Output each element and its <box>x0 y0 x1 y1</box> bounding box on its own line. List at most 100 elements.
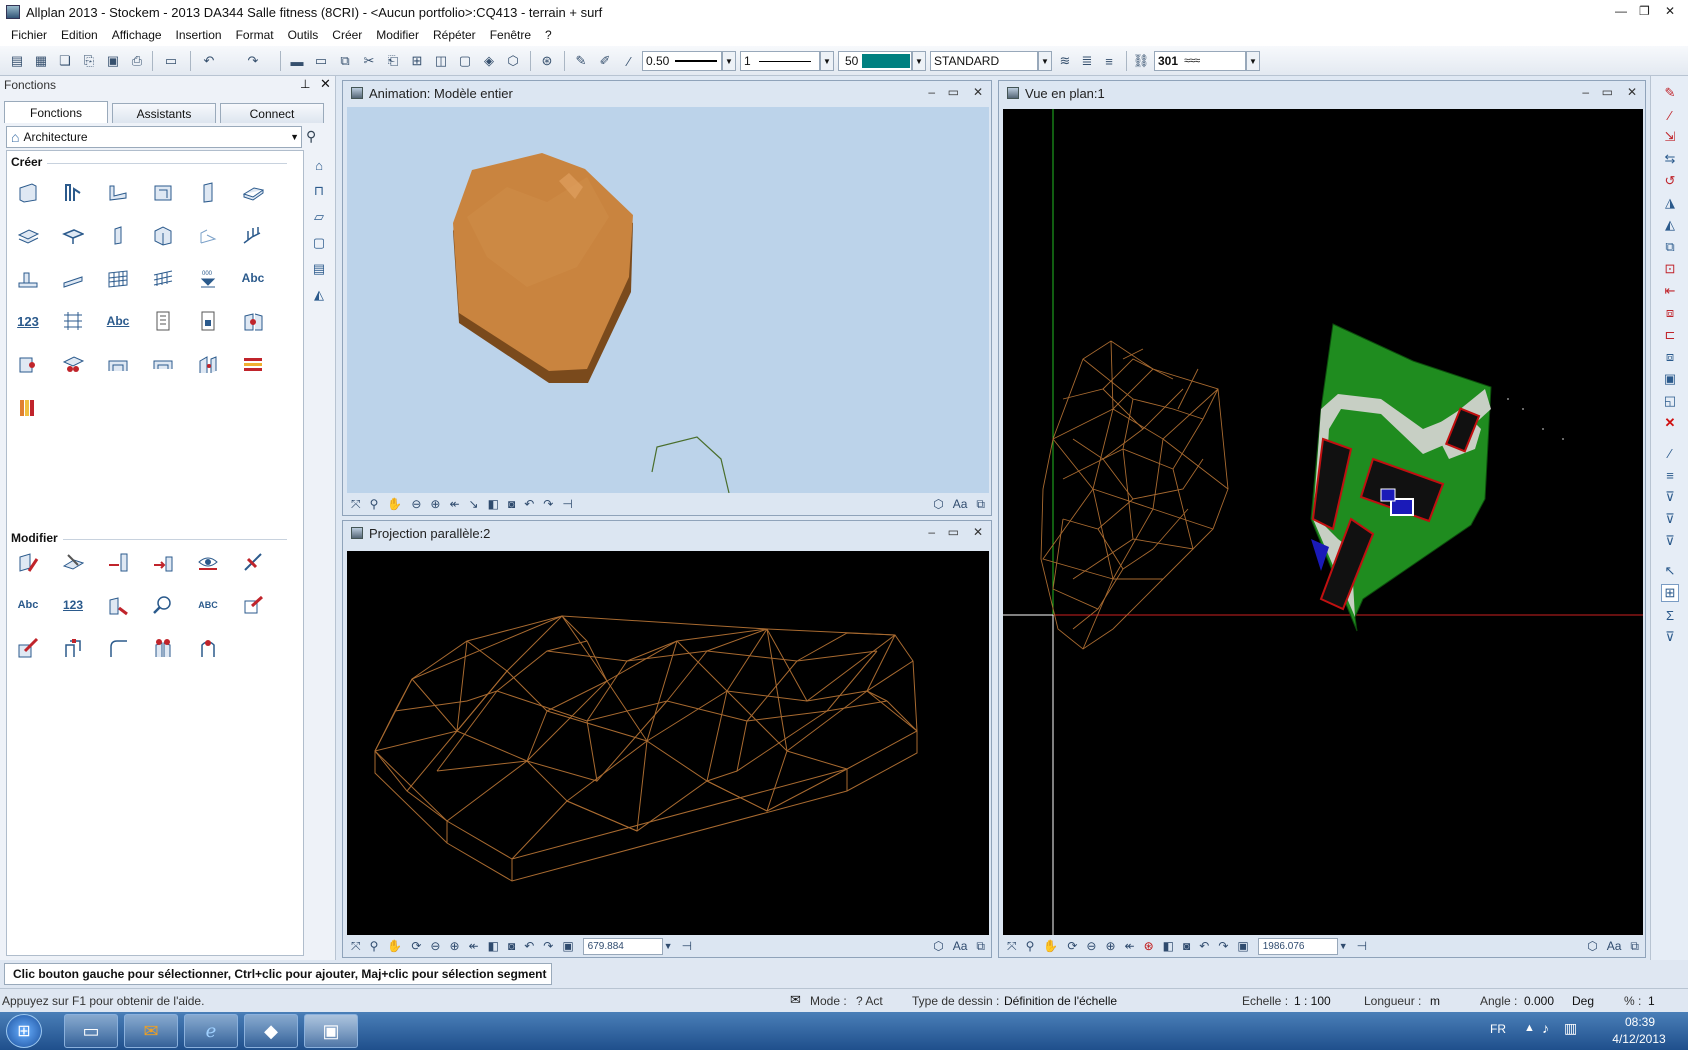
print-preview-icon[interactable]: ▭ <box>162 52 180 70</box>
print-icon[interactable]: ⎙ <box>128 52 146 70</box>
wall-icon[interactable] <box>15 179 41 205</box>
railing-icon[interactable] <box>240 222 266 248</box>
distort-icon[interactable]: ⧉ <box>1661 238 1679 256</box>
text-size-icon[interactable]: Aa <box>953 497 968 511</box>
show-hidden-icons-icon[interactable]: ▲ <box>1524 1022 1535 1034</box>
macro-icon[interactable] <box>15 351 41 377</box>
layers-icon[interactable]: ⊞ <box>408 52 426 70</box>
pan-icon[interactable]: ✋ <box>1043 939 1058 953</box>
zoom-window-icon[interactable]: ⚲ <box>1026 939 1035 953</box>
palette-close-icon[interactable]: ✕ <box>320 76 331 92</box>
filter-format-icon[interactable]: ⊽ <box>1661 488 1679 506</box>
network-icon[interactable]: ▥ <box>1564 1020 1577 1037</box>
modify-slab-icon[interactable] <box>60 549 86 575</box>
section-icon[interactable]: ◧ <box>488 939 499 953</box>
module-chevron-down-icon[interactable]: ▼ <box>290 132 299 142</box>
convert-icon[interactable] <box>15 635 41 661</box>
viewport-minimize-icon[interactable]: – <box>928 525 935 539</box>
cut-icon[interactable]: ✂ <box>360 52 378 70</box>
mirror-copy-icon[interactable]: ◭ <box>1661 216 1679 234</box>
tab-fonctions[interactable]: Fonctions <box>4 101 108 123</box>
modify-component-icon[interactable] <box>105 592 131 618</box>
zoom-out-icon[interactable]: ⊖ <box>430 939 440 953</box>
door-icon[interactable] <box>195 351 221 377</box>
rotate-icon[interactable]: ⟳ <box>1067 939 1077 953</box>
scale-value[interactable]: 1 : 100 <box>1294 994 1331 1008</box>
menu-fenetre[interactable]: Fenêtre <box>483 28 538 42</box>
selection-icon[interactable]: ↖ <box>1661 562 1679 580</box>
select-icon[interactable]: ↘ <box>469 497 479 511</box>
inspect-icon[interactable] <box>150 592 176 618</box>
modify-text-icon[interactable]: Abc <box>15 592 41 618</box>
select-all-icon[interactable]: ⊞ <box>1661 584 1679 602</box>
ungroup-icon[interactable] <box>195 635 221 661</box>
chimney-icon[interactable] <box>195 222 221 248</box>
stair-icon[interactable] <box>150 222 176 248</box>
menu-affichage[interactable]: Affichage <box>105 28 169 42</box>
offset-icon[interactable] <box>60 635 86 661</box>
outlook-taskbar-icon[interactable]: ✉ <box>124 1014 178 1048</box>
zoom-in-icon[interactable]: ⊕ <box>430 497 440 511</box>
zoom-in-icon[interactable]: ⊕ <box>1105 939 1115 953</box>
redo-icon[interactable]: ↷ <box>244 52 262 70</box>
divide-icon[interactable]: ⧈ <box>1661 348 1679 366</box>
color-dropdown-chevron-icon[interactable]: ▼ <box>912 51 926 71</box>
side-frame-icon[interactable]: ▢ <box>308 232 330 254</box>
viewport-close-icon[interactable]: ✕ <box>973 525 983 539</box>
save-view-icon[interactable]: ▣ <box>562 939 573 953</box>
arrange-icon[interactable]: ◱ <box>1661 392 1679 410</box>
group-icon[interactable] <box>150 635 176 661</box>
zoom-window-icon[interactable]: ⚲ <box>370 497 379 511</box>
component-icon[interactable] <box>240 308 266 334</box>
drawing-files-icon[interactable]: ▦ <box>32 52 50 70</box>
undo-view-icon[interactable]: ↶ <box>524 939 534 953</box>
menu-repeter[interactable]: Répéter <box>426 28 483 42</box>
3d-icon[interactable]: ⬡ <box>504 52 522 70</box>
clock-date[interactable]: 4/12/2013 <box>1604 1032 1674 1046</box>
sum-icon[interactable]: Σ <box>1661 606 1679 624</box>
zoom-in-icon[interactable]: ⊕ <box>449 939 459 953</box>
pan-icon[interactable]: ✋ <box>387 497 402 511</box>
coordinate-chevron-down-icon[interactable]: ▼ <box>664 941 673 951</box>
facade-icon[interactable] <box>15 394 41 420</box>
previous-view-icon[interactable]: ↞ <box>1125 939 1135 953</box>
measure-icon[interactable]: ▬ <box>288 52 306 70</box>
copy-move-icon[interactable]: ⇲ <box>1661 128 1679 146</box>
layer-select-icon[interactable]: ≣ <box>1078 52 1096 70</box>
redo-view-icon[interactable]: ↷ <box>543 497 553 511</box>
menu-outils[interactable]: Outils <box>281 28 326 42</box>
pan-icon[interactable]: ✋ <box>387 939 402 953</box>
allplan-taskbar-icon[interactable]: ▣ <box>304 1014 358 1048</box>
side-stair-icon[interactable]: ◭ <box>308 284 330 306</box>
post-icon[interactable] <box>105 222 131 248</box>
side-pages-icon[interactable]: ▤ <box>308 258 330 280</box>
delete-icon[interactable]: ✕ <box>1661 414 1679 432</box>
view-icon[interactable]: ◫ <box>432 52 450 70</box>
window-icon[interactable]: ▢ <box>456 52 474 70</box>
start-button[interactable]: ⊞ <box>6 1014 42 1048</box>
volume-icon[interactable]: ♪ <box>1542 1020 1549 1036</box>
filter-icon[interactable]: ⊽ <box>1661 628 1679 646</box>
format-dropdown-chevron-icon[interactable]: ▼ <box>1038 51 1052 71</box>
level-marker-icon[interactable]: 000 <box>195 265 221 291</box>
viewport-minimize-icon[interactable]: – <box>1582 85 1589 99</box>
percent-value[interactable]: 1 <box>1648 994 1655 1008</box>
help-icon[interactable]: ⊛ <box>538 52 556 70</box>
viewport-maximize-icon[interactable]: ▭ <box>1602 85 1613 99</box>
pen-thickness-select[interactable]: 0.50 <box>642 51 722 71</box>
filter-layer-icon[interactable]: ⊽ <box>1661 510 1679 528</box>
minimize-icon[interactable]: — <box>1615 4 1627 18</box>
rotate-icon[interactable]: ⟳ <box>411 939 421 953</box>
iso-view-icon[interactable]: ⬡ <box>1587 939 1597 953</box>
niche-icon[interactable] <box>150 179 176 205</box>
menu-help[interactable]: ? <box>538 28 559 42</box>
strip-footing-icon[interactable] <box>60 265 86 291</box>
legend-icon[interactable] <box>150 308 176 334</box>
model-icon[interactable]: ◈ <box>480 52 498 70</box>
delete-segment-icon[interactable]: ⁄ <box>1661 106 1679 124</box>
layer-dropdown-chevron-icon[interactable]: ▼ <box>1246 51 1260 71</box>
menu-format[interactable]: Format <box>229 28 281 42</box>
undo-view-icon[interactable]: ↶ <box>1199 939 1209 953</box>
zoom-all-icon[interactable]: ⤧ <box>351 939 361 954</box>
side-slab-icon[interactable]: ▱ <box>308 206 330 228</box>
